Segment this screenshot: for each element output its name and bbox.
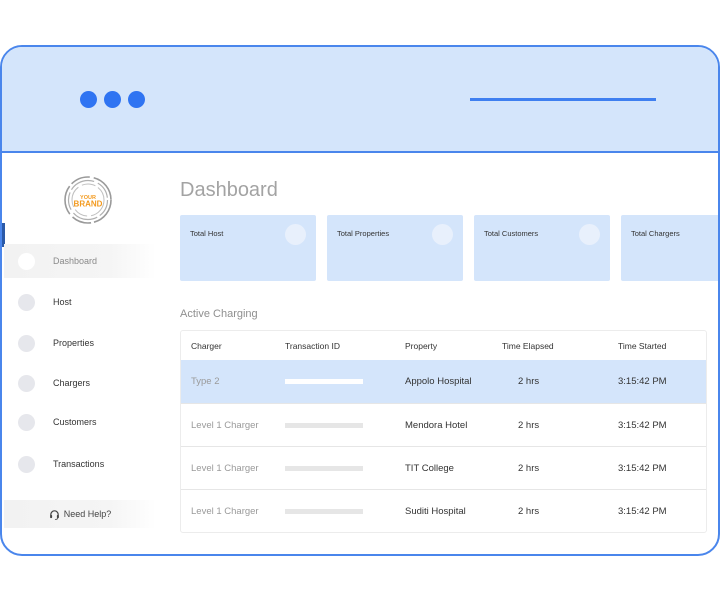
time-started-cell: 3:15:42 PM	[618, 376, 667, 387]
circle-icon	[432, 224, 453, 245]
time-elapsed-cell: 2 hrs	[518, 419, 540, 431]
time-elapsed-cell: 2 hrs	[518, 505, 540, 517]
headset-icon	[49, 509, 59, 520]
page-title: Dashboard	[180, 179, 278, 201]
charger-cell: Type 2	[191, 376, 220, 387]
column-header[interactable]: Transaction ID	[285, 341, 340, 351]
property-cell: Mendora Hotel	[405, 419, 468, 431]
time-started-cell: 3:15:42 PM	[618, 419, 667, 431]
active-charging-table: Charger Transaction ID Property Time Ela…	[180, 330, 707, 533]
column-header[interactable]: Charger	[191, 341, 222, 351]
time-started-cell: 3:15:42 PM	[618, 505, 667, 517]
app-window: YOUR BRAND Dashboard Host Properties Cha…	[0, 45, 720, 556]
property-cell: Appolo Hospital	[405, 376, 472, 387]
stat-card-total-properties[interactable]: Total Properties	[327, 215, 463, 281]
need-help-button[interactable]: Need Help?	[4, 500, 156, 528]
transaction-id-placeholder	[285, 508, 363, 514]
circle-icon	[579, 224, 600, 245]
transaction-id-placeholder	[285, 379, 363, 384]
charger-cell: Level 1 Charger	[191, 419, 259, 431]
circle-icon	[18, 293, 35, 311]
stat-card-total-host[interactable]: Total Host	[180, 215, 316, 281]
table-row[interactable]: Type 2 Appolo Hospital 2 hrs 3:15:42 PM	[181, 360, 706, 403]
transaction-id-placeholder	[285, 422, 363, 428]
sidebar-item-transactions[interactable]: Transactions	[4, 447, 156, 481]
table-header: Charger Transaction ID Property Time Ela…	[181, 331, 706, 360]
table-row[interactable]: Level 1 Charger TIT College 2 hrs 3:15:4…	[181, 446, 706, 489]
address-bar[interactable]	[470, 98, 656, 101]
sidebar-item-label: Dashboard	[53, 256, 98, 266]
sidebar: YOUR BRAND Dashboard Host Properties Cha…	[2, 155, 162, 554]
table-row[interactable]: Level 1 Charger Mendora Hotel 2 hrs 3:15…	[181, 403, 706, 446]
charger-cell: Level 1 Charger	[191, 462, 259, 474]
circle-icon	[18, 455, 35, 473]
window-dot-icon[interactable]	[80, 91, 97, 108]
brand-logo-icon: YOUR BRAND	[64, 176, 112, 224]
sidebar-item-host[interactable]: Host	[4, 285, 156, 319]
circle-icon	[18, 374, 35, 392]
property-cell: TIT College	[405, 462, 454, 474]
stat-card-total-customers[interactable]: Total Customers	[474, 215, 610, 281]
sidebar-item-label: Properties	[53, 338, 95, 348]
logo-line2: BRAND	[74, 200, 103, 209]
time-elapsed-cell: 2 hrs	[518, 376, 540, 387]
main-content: Dashboard Total Host Total Properties To…	[178, 155, 718, 554]
column-header[interactable]: Time Started	[618, 341, 666, 351]
brand-logo[interactable]: YOUR BRAND	[63, 175, 113, 225]
window-dot-icon[interactable]	[104, 91, 121, 108]
sidebar-item-label: Chargers	[53, 378, 91, 388]
circle-icon	[18, 252, 35, 270]
circle-icon	[285, 224, 306, 245]
stat-card-label: Total Host	[190, 229, 224, 238]
time-started-cell: 3:15:42 PM	[618, 462, 667, 474]
circle-icon	[18, 413, 35, 431]
section-title: Active Charging	[180, 308, 258, 320]
time-elapsed-cell: 2 hrs	[518, 462, 540, 474]
column-header[interactable]: Property	[405, 341, 437, 351]
table-row[interactable]: Level 1 Charger Suditi Hospital 2 hrs 3:…	[181, 489, 706, 532]
sidebar-item-dashboard[interactable]: Dashboard	[4, 244, 156, 278]
stat-card-total-chargers[interactable]: Total Chargers	[621, 215, 718, 281]
stat-card-label: Total Chargers	[631, 229, 680, 238]
window-controls	[80, 91, 145, 108]
circle-icon	[18, 334, 35, 352]
property-cell: Suditi Hospital	[405, 505, 466, 517]
sidebar-item-label: Customers	[53, 417, 97, 427]
stat-card-label: Total Customers	[484, 229, 539, 238]
transaction-id-placeholder	[285, 465, 363, 471]
sidebar-item-label: Transactions	[53, 459, 105, 469]
title-bar	[2, 47, 718, 153]
column-header[interactable]: Time Elapsed	[502, 341, 554, 351]
need-help-label: Need Help?	[63, 509, 112, 519]
sidebar-item-chargers[interactable]: Chargers	[4, 366, 156, 400]
sidebar-item-label: Host	[53, 297, 72, 307]
charger-cell: Level 1 Charger	[191, 505, 259, 517]
stat-card-label: Total Properties	[337, 229, 390, 238]
sidebar-item-customers[interactable]: Customers	[4, 405, 156, 439]
sidebar-item-properties[interactable]: Properties	[4, 326, 156, 360]
window-dot-icon[interactable]	[128, 91, 145, 108]
